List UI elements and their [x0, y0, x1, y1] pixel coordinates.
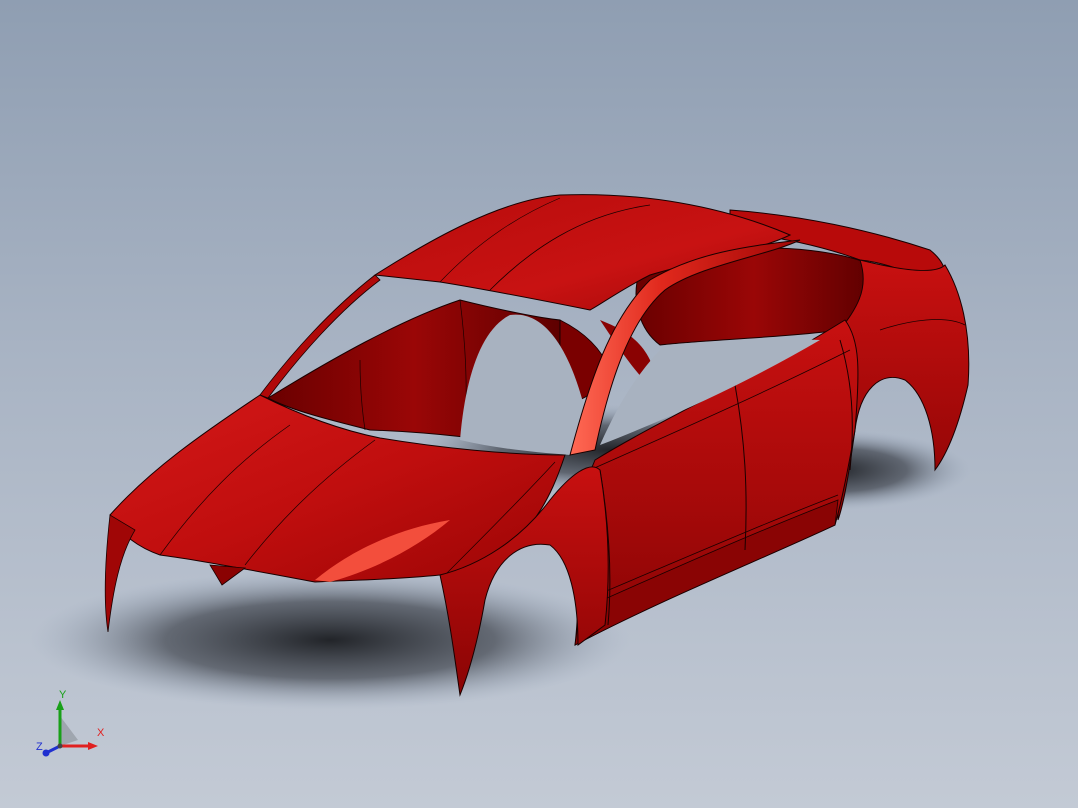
triad-graphic — [42, 700, 98, 757]
car-body-model[interactable] — [0, 0, 1078, 808]
triad-x-label: X — [97, 727, 105, 739]
ground-shadow-front — [30, 570, 630, 710]
graphics-viewport[interactable]: X Y Z — [0, 0, 1078, 808]
orientation-triad[interactable]: X Y Z — [30, 690, 120, 765]
triad-z-label: Z — [36, 741, 43, 753]
triad-y-label: Y — [59, 689, 67, 701]
